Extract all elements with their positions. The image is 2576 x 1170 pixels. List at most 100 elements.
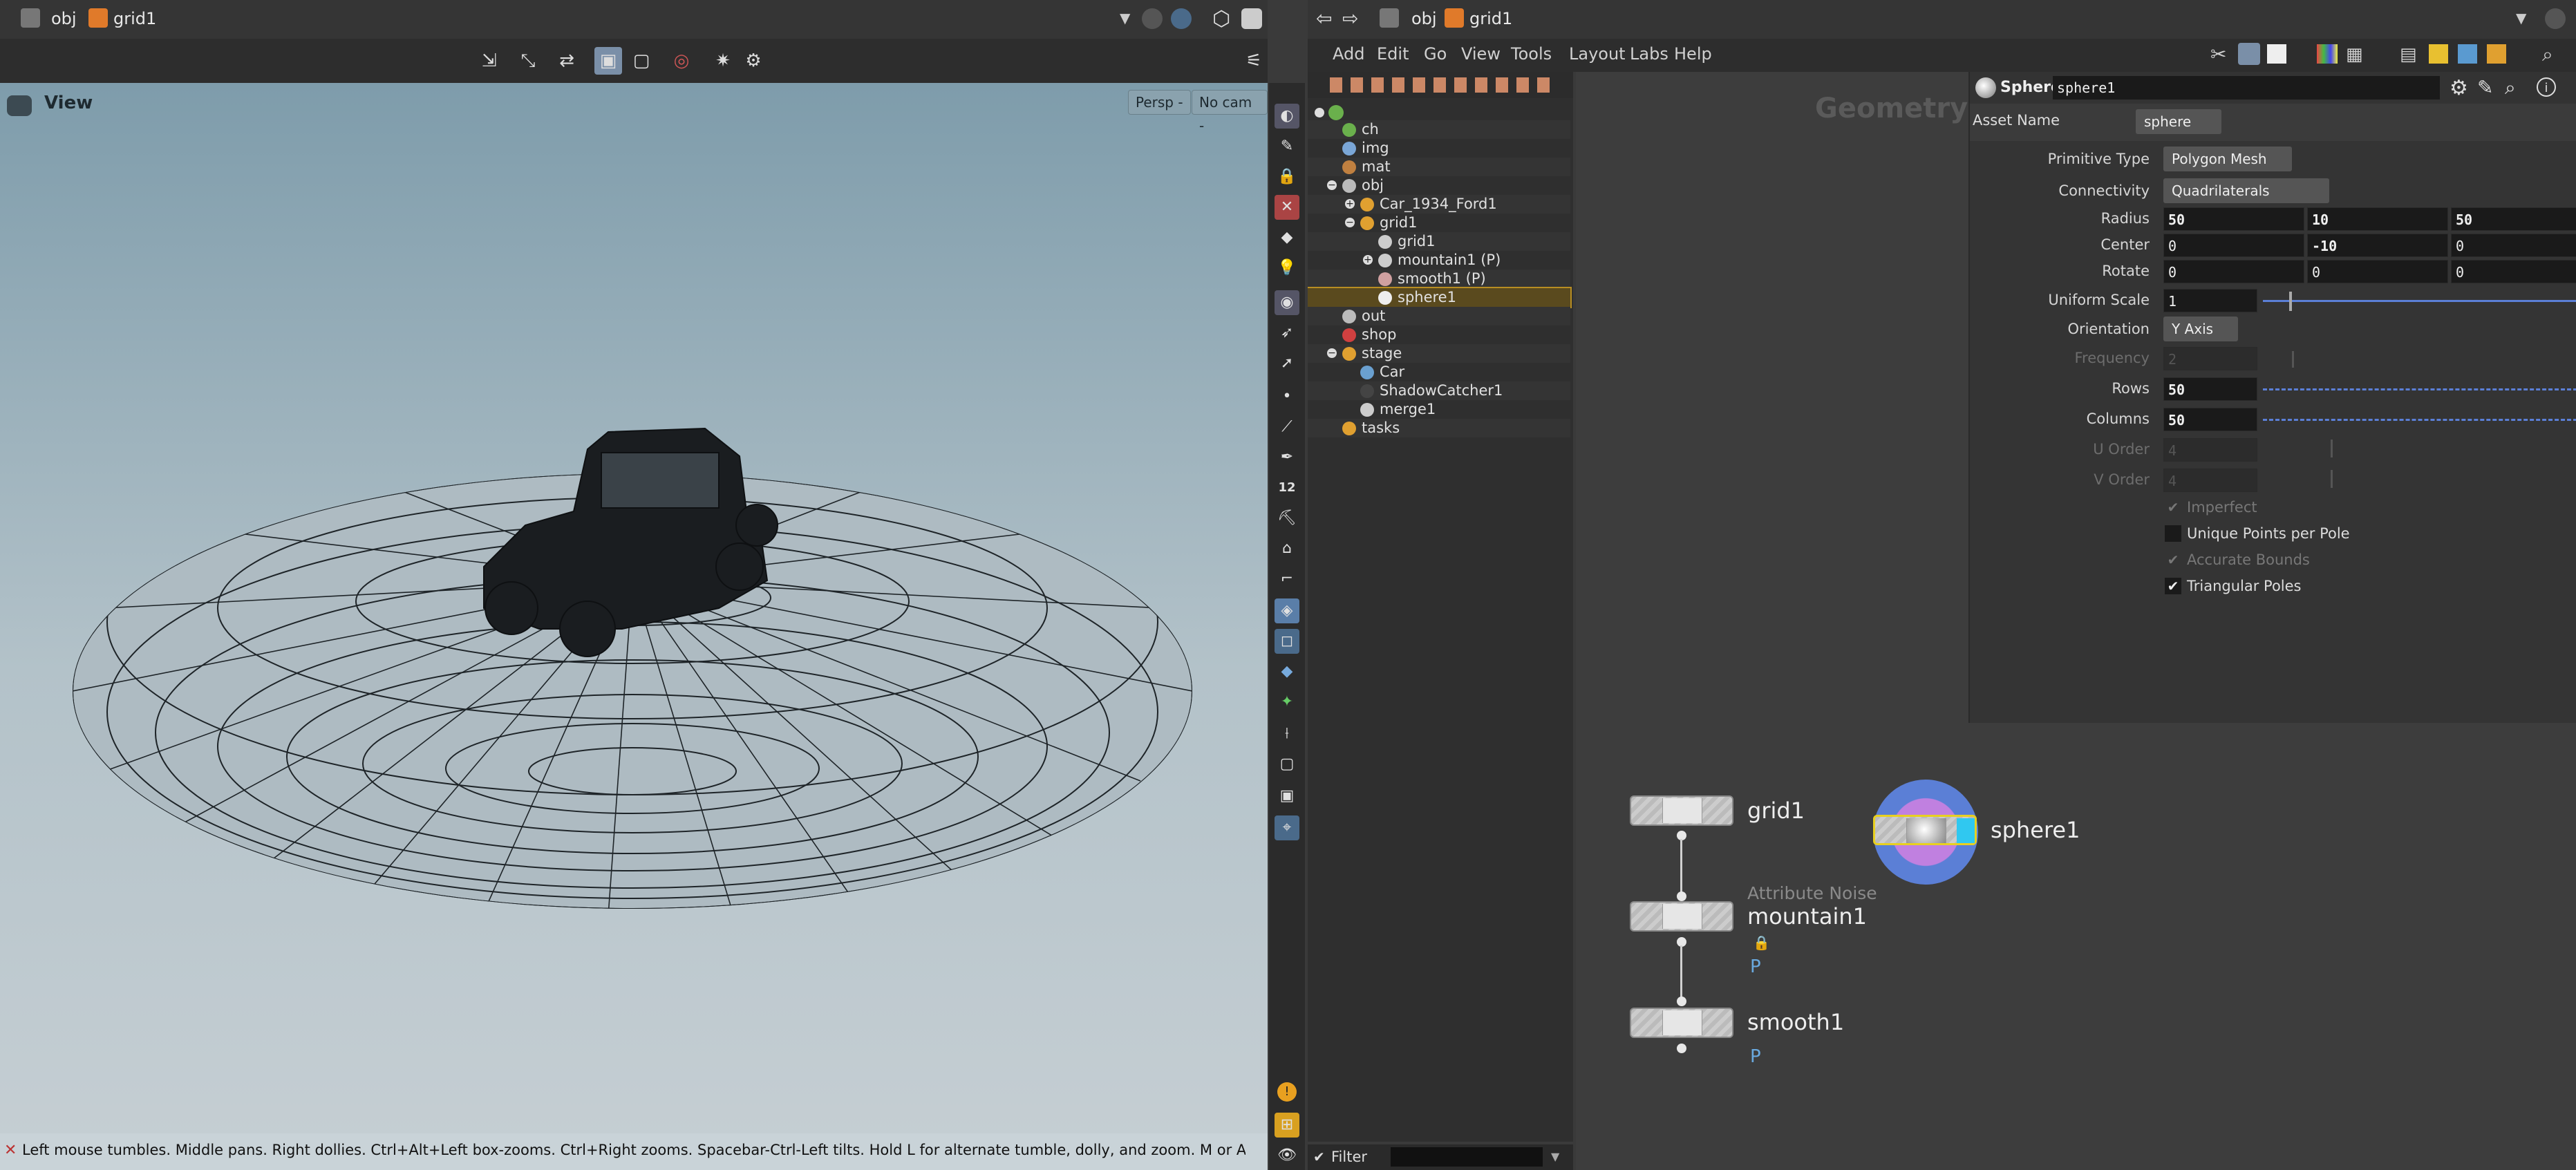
orientation-menu[interactable]: Y Axis [2163,317,2238,341]
right-path-dropdown[interactable]: ▼ [2516,10,2526,26]
menu-tools[interactable]: Tools [1511,44,1552,64]
radius-y-field[interactable]: 10 [2307,207,2448,231]
rotate-y-field[interactable]: 0 [2307,260,2448,283]
palette-icon[interactable] [2317,44,2338,64]
edge-icon[interactable]: ⟋ [1275,415,1299,440]
menu-add[interactable]: Add [1333,44,1364,64]
snap-icon[interactable]: ⇄ [553,47,581,75]
deform-icon[interactable]: ✦ [1275,690,1299,715]
render-region-icon[interactable]: ▢ [628,47,655,75]
3d-viewport[interactable]: View Persp - No cam - [0,83,1268,1147]
menu-view[interactable]: View [1461,44,1501,64]
edit-icon[interactable]: ✎ [1275,134,1299,159]
param-search-icon[interactable]: ⌕ [2505,76,2516,100]
right-link-icon[interactable] [2545,8,2566,29]
center-y-field[interactable]: -10 [2307,234,2448,257]
view-options-icon[interactable]: ⚟ [1240,47,1268,75]
tree-row[interactable]: mat [1308,158,1570,176]
right-path-root[interactable]: obj [1411,4,1437,33]
record-icon[interactable]: ◎ [668,47,695,75]
rows-field[interactable]: 50 [2163,377,2257,401]
blank-mode-icon[interactable] [2267,44,2286,64]
tree-row[interactable]: merge1 [1308,400,1570,419]
pane-menu-icon[interactable] [21,8,40,28]
point-icon[interactable]: • [1275,384,1299,409]
triangular-poles-checkbox[interactable]: ✔ [2165,578,2181,594]
columns-slider-track[interactable] [2263,419,2576,421]
tree-root-icon[interactable] [1328,105,1344,120]
camera-icon[interactable]: ◐ [1275,104,1299,129]
numeric-badge[interactable]: 12 [1275,475,1299,500]
location-icon[interactable]: ⌖ [1275,815,1299,840]
sphere1-display-flag[interactable] [1957,818,1975,843]
light-icon[interactable]: 💡 [1275,256,1299,281]
smooth1-input[interactable] [1677,997,1686,1006]
display-icon[interactable]: ▣ [594,47,622,75]
uniform-scale-field[interactable]: 1 [2163,289,2257,312]
radius-z-field[interactable]: 50 [2451,207,2576,231]
menu-labs[interactable]: Labs [1630,44,1668,64]
ghost-icon[interactable]: ✕ [1275,195,1299,220]
cube-icon[interactable]: ⬡ [1212,7,1230,31]
tree-tool-icons[interactable] [1330,77,1558,93]
center-x-field[interactable]: 0 [2163,234,2304,257]
grid-view-icon[interactable]: ▦ [2346,44,2363,65]
paint-icon[interactable]: ⛏ [1275,506,1299,531]
transform-icon[interactable]: ⤡ [514,47,542,75]
sphere1-node[interactable] [1873,815,1977,845]
param-brush-icon[interactable]: ✎ [2477,76,2493,99]
menu-go[interactable]: Go [1424,44,1447,64]
tree-expand-toggle[interactable]: + [1363,255,1373,265]
param-gear-icon[interactable]: ⚙ [2450,76,2468,100]
mountain1-input[interactable] [1677,891,1686,901]
primitive-type-menu[interactable]: Polygon Mesh [2163,147,2292,171]
tree-row[interactable]: tasks [1308,419,1570,437]
tree-row[interactable]: + mountain1 (P) [1308,251,1570,270]
tree-row[interactable]: shop [1308,325,1570,344]
rotate-x-field[interactable]: 0 [2163,260,2304,283]
tree-row[interactable]: out [1308,307,1570,325]
tree-row[interactable]: ShadowCatcher1 [1308,381,1570,400]
uniform-scale-slider-track[interactable] [2263,300,2576,302]
filter-check-icon[interactable]: ✔ [1313,1149,1325,1165]
radius-x-field[interactable]: 50 [2163,207,2304,231]
menu-edit[interactable]: Edit [1377,44,1409,64]
path-dropdown-arrow[interactable]: ▼ [1120,10,1130,26]
zoom-icon[interactable]: ⌕ [2542,43,2553,66]
network-box-icon[interactable] [2487,44,2506,64]
tree-row[interactable]: − obj [1308,176,1570,195]
snapshot-icon[interactable]: ▣ [1275,784,1299,809]
list-mode-icon[interactable] [2238,43,2260,65]
tree-row[interactable]: − stage [1308,344,1570,363]
unique-points-checkbox[interactable] [2165,525,2181,542]
shading-icon[interactable] [1241,8,1262,29]
tree-row[interactable]: grid1 [1308,232,1570,251]
forward-icon[interactable]: ⇨ [1342,7,1358,30]
rotate-z-field[interactable]: 0 [2451,260,2576,283]
tree-root-toggle[interactable] [1315,108,1324,117]
tree-row[interactable]: smooth1 (P) [1308,270,1570,288]
menu-layout[interactable]: Layout [1569,44,1626,64]
right-pane-menu-icon[interactable] [1380,8,1399,28]
uniform-scale-slider-handle[interactable] [2289,292,2292,311]
warning-icon[interactable]: ! [1277,1082,1297,1102]
pen-icon[interactable]: ✒ [1275,445,1299,470]
image-icon[interactable] [2458,44,2477,64]
sculpt-icon[interactable]: ◈ [1275,598,1299,623]
shading-mode-icon[interactable]: ◆ [1275,225,1299,250]
flipbook-icon[interactable]: ▤ [2400,44,2417,65]
filter-dropdown-icon[interactable]: ▼ [1551,1150,1559,1163]
tree-row[interactable]: + Car_1934_Ford1 [1308,195,1570,214]
asset-name-menu[interactable]: sphere [2136,109,2221,134]
rows-slider-track[interactable] [2263,388,2576,390]
tree-expand-toggle[interactable]: − [1327,348,1337,358]
mountain1-lock-icon[interactable]: 🔒 [1753,934,1770,951]
connectivity-menu[interactable]: Quadrilaterals [2163,178,2329,203]
tree-expand-toggle[interactable]: + [1345,199,1355,209]
right-path-node[interactable]: grid1 [1469,4,1512,33]
plane-icon[interactable]: ◻ [1275,629,1299,654]
cam-view-icon[interactable]: ◉ [1275,290,1299,315]
path-root[interactable]: obj [51,4,77,33]
grid1-node[interactable] [1630,795,1733,826]
path-node[interactable]: grid1 [113,4,156,33]
